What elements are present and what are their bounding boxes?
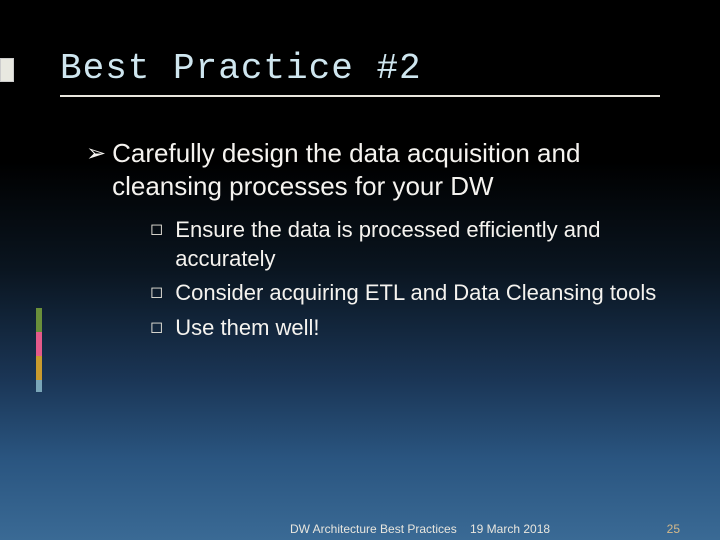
footer-source: DW Architecture Best Practices: [290, 522, 457, 536]
accent-swatch: [36, 380, 42, 392]
title-underline: [60, 95, 660, 97]
accent-swatch: [36, 332, 42, 356]
checkmark-arrow-icon: ➢: [86, 139, 106, 204]
list-item: ◻ Use them well!: [150, 314, 660, 343]
main-bullet-text: Carefully design the data acquisition an…: [112, 137, 660, 202]
accent-swatch: [36, 308, 42, 332]
main-bullet: ➢ Carefully design the data acquisition …: [86, 137, 660, 202]
slide-title: Best Practice #2: [60, 48, 660, 89]
list-item: ◻ Ensure the data is processed efficient…: [150, 216, 660, 273]
footer-date: 19 March 2018: [470, 522, 550, 536]
sub-bullet-list: ◻ Ensure the data is processed efficient…: [150, 216, 660, 342]
list-item: ◻ Consider acquiring ETL and Data Cleans…: [150, 279, 660, 308]
square-bullet-icon: ◻: [150, 318, 163, 347]
square-bullet-icon: ◻: [150, 220, 163, 277]
accent-swatch: [36, 356, 42, 380]
sub-bullet-text: Ensure the data is processed efficiently…: [175, 216, 660, 273]
slide-body: Best Practice #2 ➢ Carefully design the …: [0, 0, 720, 342]
accent-color-strip: [36, 308, 42, 392]
scrollbar-thumb[interactable]: [0, 58, 14, 82]
sub-bullet-text: Use them well!: [175, 314, 319, 343]
sub-bullet-text: Consider acquiring ETL and Data Cleansin…: [175, 279, 656, 308]
footer-page-number: 25: [667, 522, 680, 536]
square-bullet-icon: ◻: [150, 283, 163, 312]
